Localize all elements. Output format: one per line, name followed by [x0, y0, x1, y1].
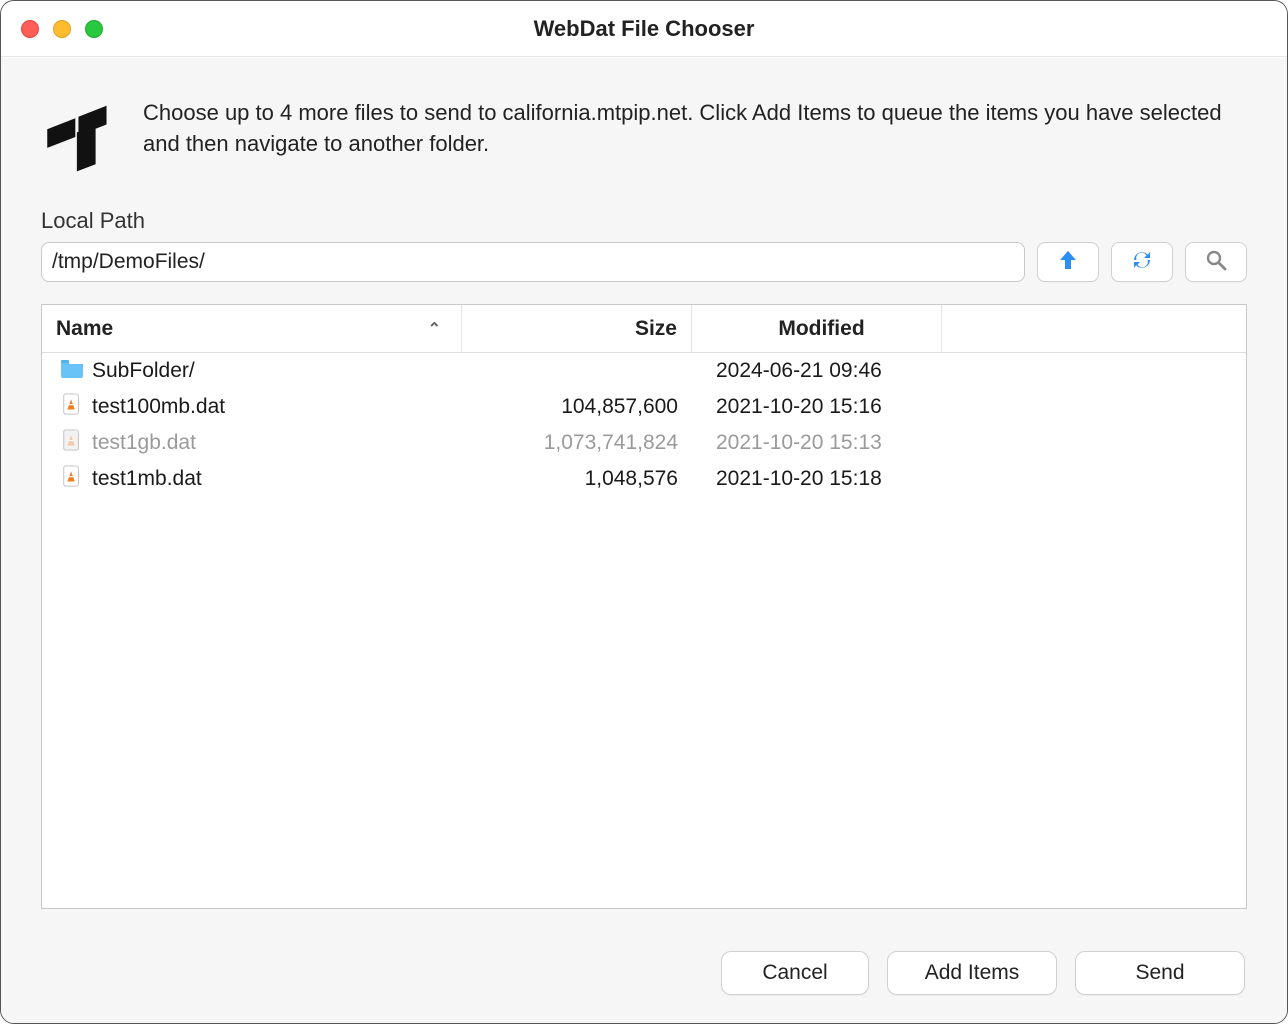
send-button-label: Send — [1135, 961, 1184, 985]
cancel-button[interactable]: Cancel — [721, 951, 869, 995]
file-icon — [60, 393, 84, 421]
table-row[interactable]: SubFolder/2024-06-21 09:46 — [42, 353, 1246, 389]
file-modified: 2021-10-20 15:13 — [692, 431, 942, 455]
folder-icon — [60, 357, 84, 385]
send-button[interactable]: Send — [1075, 951, 1245, 995]
titlebar: WebDat File Chooser — [1, 1, 1287, 57]
window-title: WebDat File Chooser — [534, 16, 755, 42]
file-name: SubFolder/ — [92, 359, 195, 383]
column-header-modified[interactable]: Modified — [692, 305, 942, 352]
table-header: Name ⌃ Size Modified — [42, 305, 1246, 353]
path-row — [41, 242, 1247, 282]
dialog-footer: Cancel Add Items Send — [41, 929, 1247, 1003]
dialog-body: Choose up to 4 more files to send to cal… — [1, 57, 1287, 1023]
file-size: 104,857,600 — [462, 395, 692, 419]
close-window-button[interactable] — [21, 20, 39, 38]
table-row[interactable]: test1mb.dat 1,048,5762021-10-20 15:18 — [42, 461, 1246, 497]
file-icon — [60, 465, 84, 493]
go-up-button[interactable] — [1037, 242, 1099, 282]
file-modified: 2024-06-21 09:46 — [692, 359, 942, 383]
file-chooser-window: WebDat File Chooser Choose up to 4 more … — [0, 0, 1288, 1024]
up-arrow-icon — [1056, 248, 1080, 277]
local-path-label: Local Path — [41, 208, 1247, 234]
zoom-window-button[interactable] — [85, 20, 103, 38]
refresh-icon — [1130, 248, 1154, 277]
minimize-window-button[interactable] — [53, 20, 71, 38]
refresh-button[interactable] — [1111, 242, 1173, 282]
file-name: test1gb.dat — [92, 431, 196, 455]
column-header-spacer — [942, 305, 1246, 352]
column-header-size[interactable]: Size — [462, 305, 692, 352]
file-modified: 2021-10-20 15:16 — [692, 395, 942, 419]
sort-asc-icon: ⌃ — [428, 319, 447, 339]
description-row: Choose up to 4 more files to send to cal… — [41, 86, 1247, 180]
file-table: Name ⌃ Size Modified SubFolder/2024-06-2… — [41, 304, 1247, 909]
column-header-size-label: Size — [635, 317, 677, 341]
file-icon — [60, 429, 84, 457]
search-button[interactable] — [1185, 242, 1247, 282]
table-row[interactable]: test100mb.dat 104,857,6002021-10-20 15:16 — [42, 389, 1246, 425]
window-controls — [21, 20, 103, 38]
description-text: Choose up to 4 more files to send to cal… — [143, 94, 1247, 160]
search-icon — [1204, 248, 1228, 277]
column-header-modified-label: Modified — [778, 317, 864, 341]
table-body: SubFolder/2024-06-21 09:46 test100mb.dat 1… — [42, 353, 1246, 908]
add-items-button-label: Add Items — [925, 961, 1020, 985]
file-name: test100mb.dat — [92, 395, 225, 419]
file-size: 1,048,576 — [462, 467, 692, 491]
column-header-name[interactable]: Name ⌃ — [42, 305, 462, 352]
add-items-button[interactable]: Add Items — [887, 951, 1057, 995]
file-name: test1mb.dat — [92, 467, 202, 491]
column-header-name-label: Name — [56, 317, 113, 341]
file-size: 1,073,741,824 — [462, 431, 692, 455]
cancel-button-label: Cancel — [762, 961, 827, 985]
table-row: test1gb.dat 1,073,741,8242021-10-20 15:13 — [42, 425, 1246, 461]
local-path-input[interactable] — [41, 242, 1025, 282]
app-logo-icon — [41, 94, 119, 180]
file-modified: 2021-10-20 15:18 — [692, 467, 942, 491]
